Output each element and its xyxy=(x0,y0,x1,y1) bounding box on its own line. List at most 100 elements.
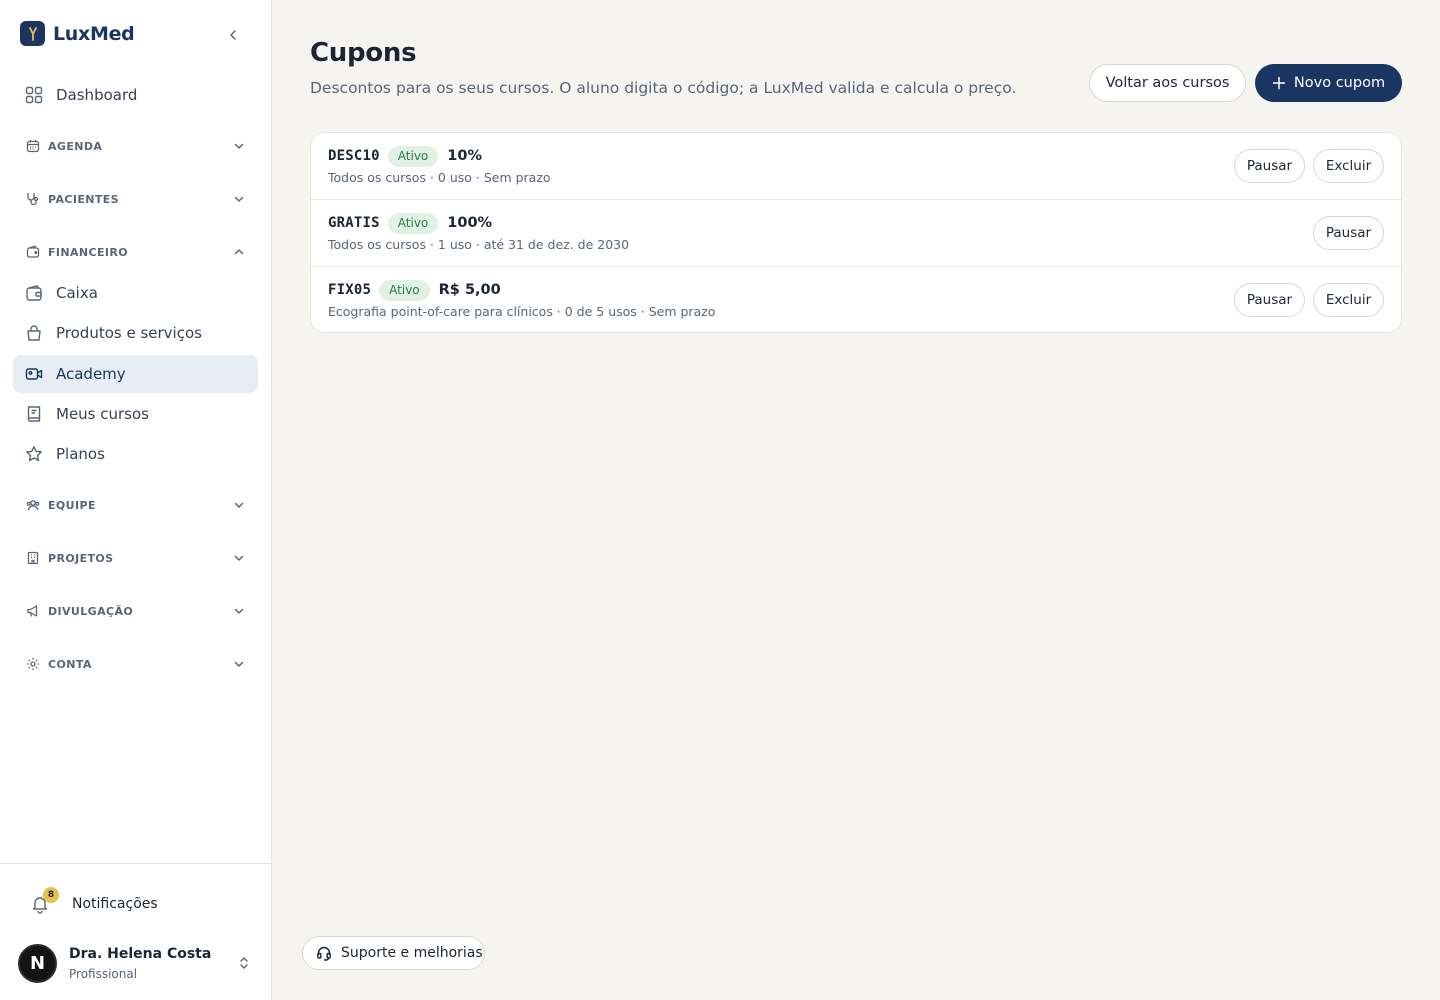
section-label: DIVULGAÇÃO xyxy=(48,604,134,618)
wallet-icon xyxy=(25,245,40,260)
section-label: FINANCEIRO xyxy=(48,245,129,259)
coupon-value: R$ 5,00 xyxy=(438,282,501,298)
pause-label: Pausar xyxy=(1246,292,1293,308)
sidebar-item-label: Produtos e serviços xyxy=(56,324,202,342)
status-badge: Ativo xyxy=(387,212,439,234)
pause-button[interactable]: Pausar xyxy=(1234,283,1305,317)
sidebar-section-financeiro[interactable]: FINANCEIRO xyxy=(13,237,258,267)
sidebar-item-label: Academy xyxy=(56,365,126,383)
sidebar-section-divulgacao[interactable]: DIVULGAÇÃO xyxy=(13,596,258,626)
user-info: Dra. Helena Costa Profissional xyxy=(69,946,211,981)
calendar-icon xyxy=(25,139,40,154)
sidebar-item-dashboard[interactable]: Dashboard xyxy=(13,76,258,114)
sidebar-item-produtos[interactable]: Produtos e serviços xyxy=(13,314,258,352)
page-title: Cupons xyxy=(310,38,417,68)
sidebar-item-label: Meus cursos xyxy=(56,405,149,423)
section-label: EQUIPE xyxy=(48,498,96,512)
sidebar-footer: 8 Notificações N Dra. Helena Costa Profi… xyxy=(0,863,271,1000)
support-button[interactable]: Suporte e melhorias xyxy=(302,936,485,970)
pause-button[interactable]: Pausar xyxy=(1234,149,1305,183)
book-icon xyxy=(25,405,43,423)
brand[interactable]: LuxMed xyxy=(20,21,135,46)
bell-icon: 8 xyxy=(26,887,59,918)
section-label: PROJETOS xyxy=(48,551,114,565)
headset-icon xyxy=(316,945,332,961)
new-coupon-label: Novo cupom xyxy=(1293,75,1386,91)
coupon-row: DESC10 Ativo 10% Todos os cursos · 0 uso… xyxy=(311,133,1401,199)
coupon-code: FIX05 xyxy=(328,282,372,298)
avatar: N xyxy=(18,943,57,983)
section-label: PACIENTES xyxy=(48,192,119,206)
sidebar-item-label: Caixa xyxy=(56,284,98,302)
coupon-head: FIX05 Ativo R$ 5,00 xyxy=(328,279,501,301)
stethoscope-icon xyxy=(25,192,40,207)
coupon-meta: Todos os cursos · 0 uso · Sem prazo xyxy=(328,170,551,185)
delete-label: Excluir xyxy=(1325,292,1372,308)
chevron-down-icon xyxy=(232,551,246,565)
building-icon xyxy=(25,551,40,566)
page-subtitle: Descontos para os seus cursos. O aluno d… xyxy=(310,79,1017,97)
delete-button[interactable]: Excluir xyxy=(1313,149,1384,183)
users-icon xyxy=(25,498,40,513)
sidebar-item-label: Dashboard xyxy=(56,86,138,104)
chevron-down-icon xyxy=(232,657,246,671)
user-name: Dra. Helena Costa xyxy=(69,945,212,962)
chevron-down-icon xyxy=(232,498,246,512)
status-badge: Ativo xyxy=(387,145,439,167)
pause-button[interactable]: Pausar xyxy=(1313,216,1384,250)
sidebar-section-agenda[interactable]: AGENDA xyxy=(13,131,258,161)
coupon-head: GRATIS Ativo 100% xyxy=(328,212,492,234)
chevron-up-icon xyxy=(232,245,246,259)
grid-icon xyxy=(25,86,43,104)
sidebar-item-caixa[interactable]: Caixa xyxy=(13,274,258,312)
coupon-code: DESC10 xyxy=(328,148,380,164)
new-coupon-button[interactable]: Novo cupom xyxy=(1255,64,1402,102)
delete-button[interactable]: Excluir xyxy=(1313,283,1384,317)
chevrons-up-down-icon xyxy=(236,954,252,972)
pause-label: Pausar xyxy=(1246,158,1293,174)
coupon-value: 10% xyxy=(447,148,482,164)
wallet-icon xyxy=(25,284,43,302)
gear-icon xyxy=(25,657,40,672)
chevron-down-icon xyxy=(232,139,246,153)
coupon-list: DESC10 Ativo 10% Todos os cursos · 0 uso… xyxy=(310,132,1402,333)
sidebar: LuxMed Dashboard AGENDA PACIENTES FINANC… xyxy=(0,0,272,1000)
coupon-value: 100% xyxy=(447,215,493,231)
luxmed-logo-icon xyxy=(20,21,45,46)
chevron-down-icon xyxy=(232,604,246,618)
sidebar-section-equipe[interactable]: EQUIPE xyxy=(13,490,258,520)
coupon-meta: Ecografia point-of-care para clínicos · … xyxy=(328,304,716,319)
notifications-button[interactable]: 8 Notificações xyxy=(26,886,158,922)
sidebar-section-projetos[interactable]: PROJETOS xyxy=(13,543,258,573)
back-to-courses-button[interactable]: Voltar aos cursos xyxy=(1089,64,1246,102)
collapse-sidebar-icon[interactable] xyxy=(222,24,244,46)
chevron-down-icon xyxy=(232,192,246,206)
sidebar-section-pacientes[interactable]: PACIENTES xyxy=(13,184,258,214)
notifications-label: Notificações xyxy=(72,896,158,912)
plus-icon xyxy=(1272,76,1286,90)
brand-name: LuxMed xyxy=(53,22,135,45)
back-to-courses-label: Voltar aos cursos xyxy=(1105,75,1230,91)
pause-label: Pausar xyxy=(1325,225,1372,241)
video-icon xyxy=(25,365,43,383)
section-label: CONTA xyxy=(48,657,92,671)
user-role: Profissional xyxy=(69,966,138,981)
support-label: Suporte e melhorias xyxy=(341,945,483,961)
shopping-bag-icon xyxy=(25,324,43,342)
user-menu[interactable]: N Dra. Helena Costa Profissional xyxy=(18,942,258,984)
sidebar-section-conta[interactable]: CONTA xyxy=(13,649,258,679)
coupon-code: GRATIS xyxy=(328,215,380,231)
sidebar-item-label: Planos xyxy=(56,445,105,463)
star-icon xyxy=(25,445,43,463)
notification-count-badge: 8 xyxy=(43,887,59,903)
megaphone-icon xyxy=(25,604,40,619)
delete-label: Excluir xyxy=(1325,158,1372,174)
sidebar-item-academy[interactable]: Academy xyxy=(13,355,258,393)
status-badge: Ativo xyxy=(379,279,430,301)
sidebar-item-meus-cursos[interactable]: Meus cursos xyxy=(13,395,258,433)
coupon-row: FIX05 Ativo R$ 5,00 Ecografia point-of-c… xyxy=(311,266,1401,332)
sidebar-item-planos[interactable]: Planos xyxy=(13,435,258,473)
coupon-meta: Todos os cursos · 1 uso · até 31 de dez.… xyxy=(328,237,630,252)
section-label: AGENDA xyxy=(48,139,103,153)
coupon-row: GRATIS Ativo 100% Todos os cursos · 1 us… xyxy=(311,199,1401,265)
